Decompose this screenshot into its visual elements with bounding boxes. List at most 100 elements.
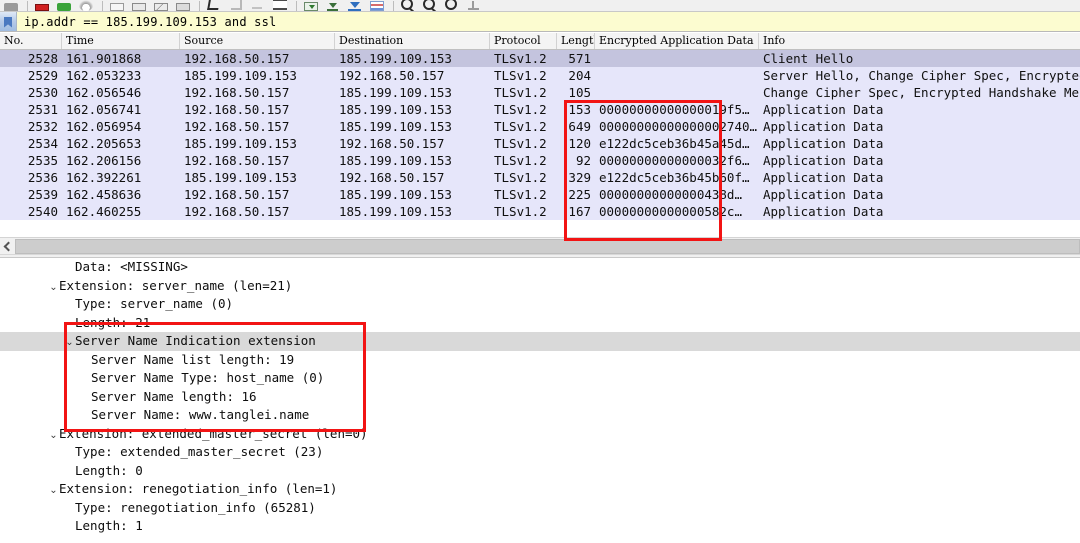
- packet-cell-dst: 192.168.50.157: [339, 68, 445, 83]
- detail-tree-row[interactable]: ⌄Extension: server_name (len=21): [0, 277, 1080, 296]
- display-filter-bar[interactable]: ip.addr == 185.199.109.153 and ssl: [0, 12, 1080, 32]
- packet-list-header[interactable]: No.TimeSourceDestinationProtocolLengthEn…: [0, 33, 1080, 50]
- detail-tree-row[interactable]: Type: renegotiation_info (65281): [0, 499, 1080, 518]
- zoom-reset-icon[interactable]: [445, 0, 459, 11]
- display-filter-input[interactable]: ip.addr == 185.199.109.153 and ssl: [17, 12, 1080, 31]
- print-icon[interactable]: [176, 3, 190, 11]
- restart-capture-icon[interactable]: [57, 3, 71, 11]
- packet-cell-time: 161.901868: [66, 51, 142, 66]
- packet-cell-enc: e122dc5ceb36b45b60f…: [599, 170, 750, 185]
- packet-cell-dst: 185.199.109.153: [339, 102, 452, 117]
- packet-cell-src: 192.168.50.157: [184, 51, 290, 66]
- scrollbar-thumb[interactable]: [15, 238, 1080, 254]
- resize-columns-icon[interactable]: [467, 0, 481, 11]
- colorize-packets-icon[interactable]: [370, 1, 384, 11]
- go-forward-icon[interactable]: [229, 0, 243, 11]
- packet-details-pane[interactable]: Data: <MISSING> ⌄Extension: server_name (…: [0, 258, 1080, 543]
- packet-list-body[interactable]: 2528 161.901868 192.168.50.157 185.199.109.…: [0, 50, 1080, 220]
- zoom-out-icon[interactable]: [423, 0, 437, 11]
- packet-cell-enc: [595, 67, 759, 84]
- column-header-src[interactable]: Source: [180, 33, 335, 49]
- stop-capture-icon[interactable]: [35, 4, 49, 11]
- go-to-packet-icon[interactable]: [251, 0, 265, 11]
- detail-tree-row[interactable]: Type: server_name (0): [0, 295, 1080, 314]
- column-header-time[interactable]: Time: [62, 33, 180, 49]
- packet-details-tree[interactable]: Data: <MISSING> ⌄Extension: server_name (…: [0, 258, 1080, 536]
- save-as-icon[interactable]: [154, 3, 168, 11]
- column-header-proto[interactable]: Protocol: [490, 33, 557, 49]
- packet-cell-no: 2539: [27, 187, 58, 202]
- detail-tree-label: Server Name list length: 19: [91, 351, 295, 367]
- detail-tree-row[interactable]: ⌄Extension: renegotiation_info (len=1): [0, 480, 1080, 499]
- go-last-packet-icon[interactable]: [326, 0, 340, 11]
- detail-tree-row[interactable]: ⌄Extension: extended_master_secret (len=…: [0, 425, 1080, 444]
- go-back-icon[interactable]: [207, 0, 221, 11]
- packet-cell-time: 162.206156: [66, 153, 142, 168]
- save-file-icon[interactable]: [132, 3, 146, 11]
- packet-row[interactable]: 2532 162.056954 192.168.50.157 185.199.109.…: [0, 118, 1080, 135]
- packet-row[interactable]: 2528 161.901868 192.168.50.157 185.199.109.…: [0, 50, 1080, 67]
- detail-tree-row[interactable]: Type: extended_master_secret (23): [0, 443, 1080, 462]
- packet-cell-no: 2530: [27, 85, 58, 100]
- detail-tree-row[interactable]: Length: 1: [0, 517, 1080, 536]
- detail-tree-row[interactable]: ⌄Server Name Indication extension: [0, 332, 1080, 351]
- packet-cell-src: 192.168.50.157: [184, 102, 290, 117]
- packet-row[interactable]: 2535 162.206156 192.168.50.157 185.199.109.…: [0, 152, 1080, 169]
- go-down-icon[interactable]: [348, 0, 362, 11]
- packet-row[interactable]: 2530 162.056546 192.168.50.157 185.199.109.…: [0, 84, 1080, 101]
- packet-cell-proto: TLSv1.2: [494, 170, 547, 185]
- column-header-no[interactable]: No.: [0, 33, 62, 49]
- detail-tree-label: Length: 21: [75, 314, 151, 330]
- toolbar-separator: [102, 1, 103, 11]
- detail-tree-row[interactable]: Server Name: www.tanglei.name: [0, 406, 1080, 425]
- detail-tree-row[interactable]: Length: 0: [0, 462, 1080, 481]
- packet-cell-enc: 00000000000000019f5…: [599, 102, 750, 117]
- close-capture-icon[interactable]: [79, 0, 93, 11]
- detail-tree-row[interactable]: Server Name Type: host_name (0): [0, 369, 1080, 388]
- detail-tree-row[interactable]: Data: <MISSING>: [0, 258, 1080, 277]
- packet-cell-info: Change Cipher Spec, Encrypted Handshake …: [763, 85, 1080, 100]
- packet-cell-src: 192.168.50.157: [184, 204, 290, 219]
- packet-list-horizontal-scrollbar[interactable]: [0, 237, 1080, 254]
- column-header-len[interactable]: Length: [557, 33, 595, 49]
- toolbar-separator: [199, 1, 200, 11]
- packet-row[interactable]: 2534 162.205653 185.199.109.153 192.168.50.…: [0, 135, 1080, 152]
- packet-cell-no: 2534: [27, 136, 58, 151]
- packet-cell-no: 2529: [27, 68, 58, 83]
- packet-list-pane[interactable]: No.TimeSourceDestinationProtocolLengthEn…: [0, 33, 1080, 237]
- toolbar-separator: [27, 1, 28, 11]
- packet-cell-src: 192.168.50.157: [184, 85, 290, 100]
- detail-tree-row[interactable]: Server Name list length: 19: [0, 351, 1080, 370]
- open-file-icon[interactable]: [110, 3, 124, 11]
- packet-row[interactable]: 2539 162.458636 192.168.50.157 185.199.109.…: [0, 186, 1080, 203]
- detail-tree-label: Type: server_name (0): [75, 296, 234, 311]
- detail-tree-label: Extension: server_name (len=21): [59, 277, 293, 293]
- detail-tree-row[interactable]: Server Name length: 16: [0, 388, 1080, 407]
- packet-row[interactable]: 2531 162.056741 192.168.50.157 185.199.109.…: [0, 101, 1080, 118]
- scroll-left-arrow-icon[interactable]: [0, 238, 15, 254]
- packet-cell-len: 92: [575, 153, 591, 168]
- packet-cell-enc: 00000000000000032f6…: [599, 153, 750, 168]
- toolbar-separator: [393, 1, 394, 11]
- zoom-in-icon[interactable]: [401, 0, 415, 11]
- main-toolbar[interactable]: [0, 0, 1080, 12]
- detail-tree-row[interactable]: Length: 21: [0, 314, 1080, 333]
- packet-cell-no: 2532: [27, 119, 58, 134]
- start-capture-icon[interactable]: [4, 3, 18, 11]
- packet-cell-time: 162.460255: [66, 204, 142, 219]
- packet-cell-proto: TLSv1.2: [494, 68, 547, 83]
- packet-cell-info: Application Data: [763, 102, 884, 117]
- packet-row[interactable]: 2529 162.053233 185.199.109.153 192.168.50.…: [0, 67, 1080, 84]
- column-header-enc[interactable]: Encrypted Application Data: [595, 33, 759, 49]
- filter-bookmark-icon[interactable]: [0, 12, 17, 31]
- packet-row[interactable]: 2540 162.460255 192.168.50.157 185.199.109.…: [0, 203, 1080, 220]
- column-header-dst[interactable]: Destination: [335, 33, 490, 49]
- packet-cell-len: 571: [568, 51, 591, 66]
- auto-scroll-icon[interactable]: [273, 0, 287, 11]
- column-header-info[interactable]: Info: [759, 33, 1080, 49]
- packet-cell-len: 105: [568, 85, 591, 100]
- detail-tree-label: Length: 0: [75, 462, 143, 478]
- packet-row[interactable]: 2536 162.392261 185.199.109.153 192.168.50.…: [0, 169, 1080, 186]
- packet-cell-info: Application Data: [763, 187, 884, 202]
- go-first-packet-icon[interactable]: [304, 2, 318, 11]
